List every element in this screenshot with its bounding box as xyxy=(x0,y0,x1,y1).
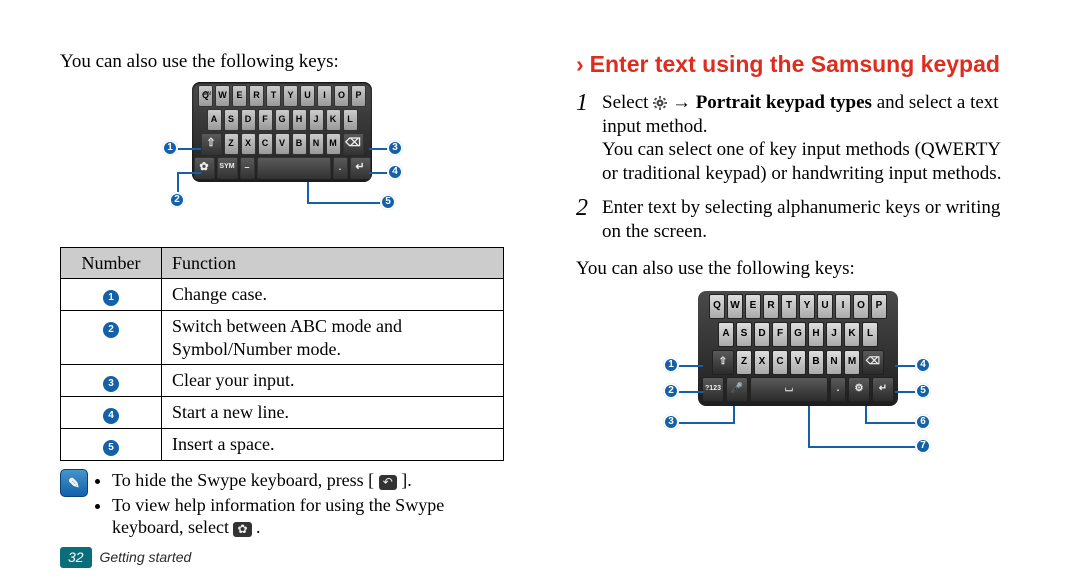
intro-text: You can also use the following keys: xyxy=(60,50,504,74)
back-key-icon: ↶ xyxy=(379,475,397,490)
table-row: 5 Insert a space. xyxy=(61,429,504,461)
section-name: Getting started xyxy=(99,549,191,565)
function-table: Number Function 1 Change case. 2 Switch … xyxy=(60,247,504,462)
table-row: 3 Clear your input. xyxy=(61,365,504,397)
settings-gear-icon xyxy=(653,96,667,110)
steps-list: Select → Portrait keypad types and selec… xyxy=(576,91,1020,244)
swype-keyboard-figure: QWERTYUIOP ASDFGHJKL ⇧ZXCVBNM⌫ ✿SYM– .↵ xyxy=(60,82,504,237)
callout-5: 5 xyxy=(915,383,931,399)
callout-1: 1 xyxy=(663,357,679,373)
swype-icon: ✿ xyxy=(233,522,251,537)
callout-2: 2 xyxy=(663,383,679,399)
note-icon: ✎ xyxy=(60,469,88,497)
col-function: Function xyxy=(162,247,504,279)
table-row: 2 Switch between ABC mode and Symbol/Num… xyxy=(61,311,504,365)
callout-3: 3 xyxy=(387,140,403,156)
table-row: 1 Change case. xyxy=(61,279,504,311)
page-footer: 32 Getting started xyxy=(60,547,191,569)
table-row: 4 Start a new line. xyxy=(61,397,504,429)
callout-6: 6 xyxy=(915,414,931,430)
left-column: You can also use the following keys: QWE… xyxy=(0,0,540,586)
tip-block: ✎ To hide the Swype keyboard, press [ ↶ … xyxy=(60,469,504,541)
col-number: Number xyxy=(61,247,162,279)
callout-4: 4 xyxy=(915,357,931,373)
callout-7: 7 xyxy=(915,438,931,454)
callout-5: 5 xyxy=(380,194,396,210)
samsung-keyboard-figure: QWERTYUIOP ASDFGHJKL ⇧ZXCVBNM⌫ ?123🎤⌴.⚙↵ xyxy=(576,291,1020,466)
right-column: ›Enter text using the Samsung keypad Sel… xyxy=(540,0,1080,586)
callout-2: 2 xyxy=(169,192,185,208)
callout-3: 3 xyxy=(663,414,679,430)
chevron-icon: › xyxy=(576,51,584,77)
callout-1: 1 xyxy=(162,140,178,156)
callout-4: 4 xyxy=(387,164,403,180)
section-heading: ›Enter text using the Samsung keypad xyxy=(576,50,1020,79)
also-text: You can also use the following keys: xyxy=(576,257,1020,281)
page-number: 32 xyxy=(60,547,92,569)
